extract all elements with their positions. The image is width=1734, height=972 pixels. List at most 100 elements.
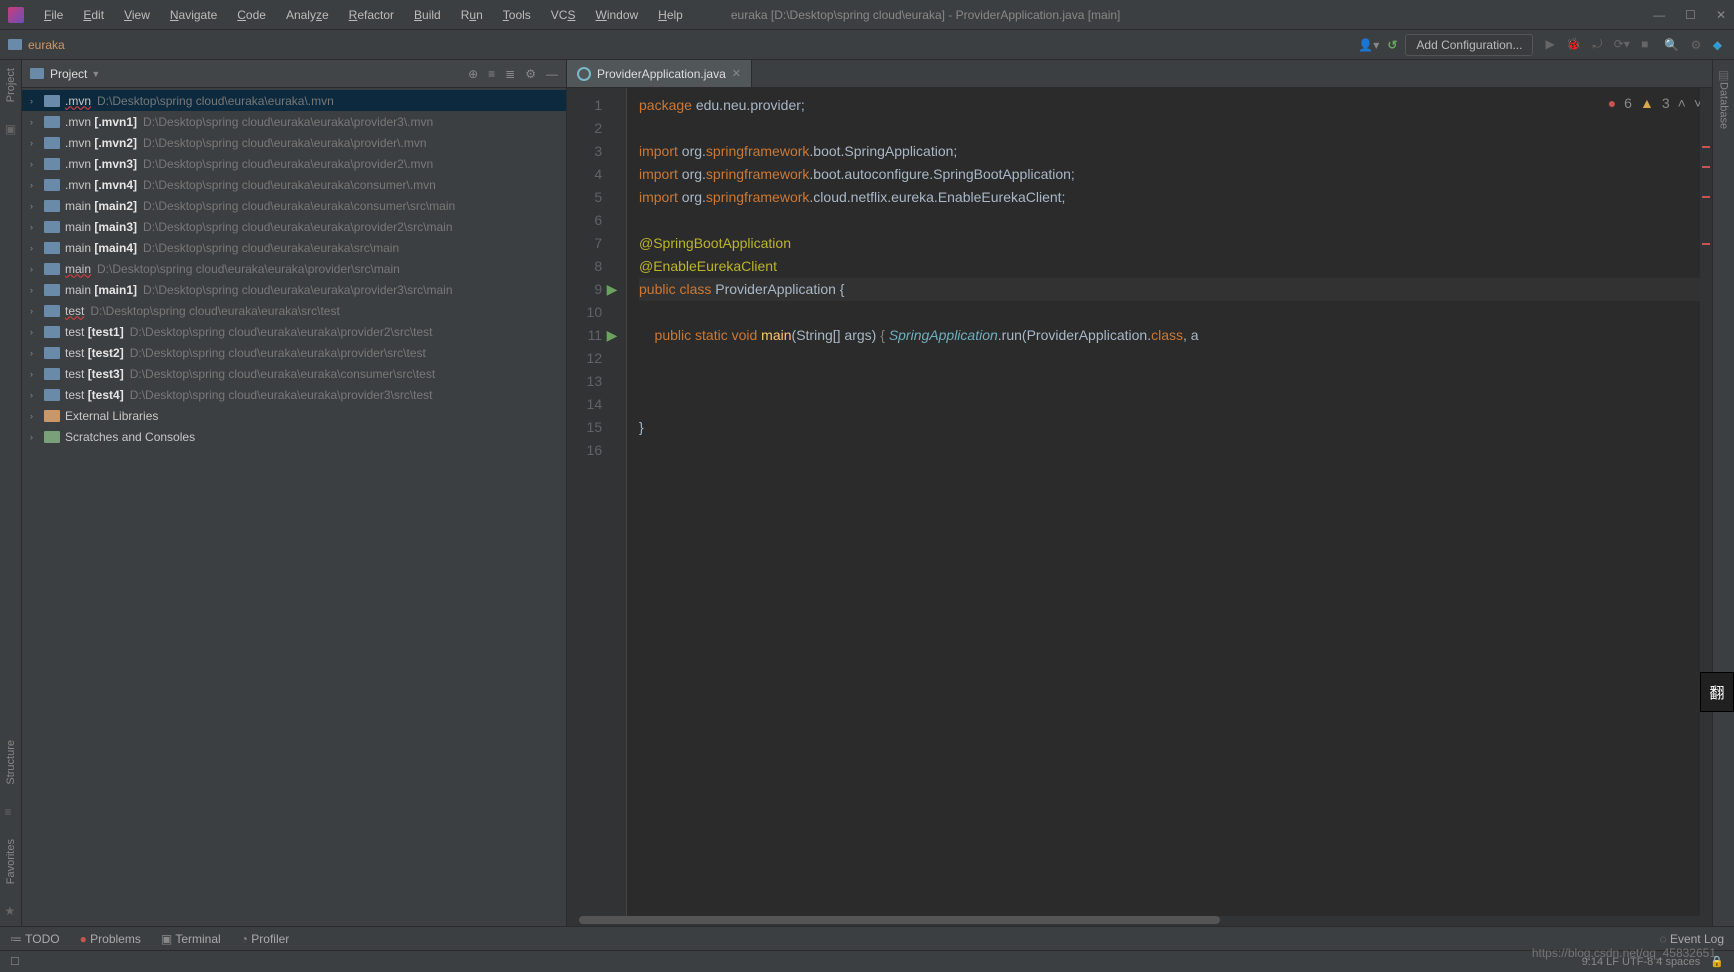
menu-tools[interactable]: Tools xyxy=(495,4,539,26)
chevron-right-icon[interactable]: › xyxy=(30,96,44,106)
tree-item[interactable]: ›main [main3]D:\Desktop\spring cloud\eur… xyxy=(22,216,566,237)
gutter-line[interactable]: 4 xyxy=(567,163,618,186)
menu-view[interactable]: View xyxy=(116,4,158,26)
project-title[interactable]: Project xyxy=(50,67,87,81)
horizontal-scrollbar[interactable] xyxy=(567,916,1712,926)
code-lines[interactable]: ●6 ▲3 ˄ ˅ package edu.neu.provider; impo… xyxy=(627,88,1712,916)
run-icon[interactable]: ▶ xyxy=(1545,37,1554,51)
menu-run[interactable]: Run xyxy=(453,4,491,26)
menu-navigate[interactable]: Navigate xyxy=(162,4,225,26)
gear-icon[interactable]: ⚙ xyxy=(525,67,536,81)
chevron-down-icon[interactable]: ▼ xyxy=(91,69,100,79)
breadcrumb[interactable]: euraka xyxy=(28,38,65,52)
event-log-tab[interactable]: ◌ Event Log xyxy=(1659,932,1724,946)
tree-item[interactable]: ›.mvn [.mvn4]D:\Desktop\spring cloud\eur… xyxy=(22,174,566,195)
settings-icon[interactable]: ⚙ xyxy=(1691,38,1702,52)
toolwin-structure[interactable]: Structure xyxy=(5,740,17,785)
gutter-line[interactable]: 7 xyxy=(567,232,618,255)
tree-item[interactable]: ›.mvn [.mvn2]D:\Desktop\spring cloud\eur… xyxy=(22,132,566,153)
editor-body[interactable]: 1 2 3 4 5 6 7 8 9 ▶10 11 ▶12 13 14 15 16… xyxy=(567,88,1712,916)
target-icon[interactable]: ⊕ xyxy=(468,67,478,81)
chevron-right-icon[interactable]: › xyxy=(30,390,44,400)
gutter-line[interactable]: 9 ▶ xyxy=(567,278,618,301)
tree-item[interactable]: ›.mvn [.mvn1]D:\Desktop\spring cloud\eur… xyxy=(22,111,566,132)
gutter-line[interactable]: 15 xyxy=(567,416,618,439)
project-tree[interactable]: ›.mvnD:\Desktop\spring cloud\euraka\eura… xyxy=(22,88,566,926)
tree-item[interactable]: ›main [main1]D:\Desktop\spring cloud\eur… xyxy=(22,279,566,300)
status-icon[interactable]: ☐ xyxy=(10,955,20,968)
codewithme-icon[interactable]: ◆ xyxy=(1713,38,1722,52)
collapse-icon[interactable]: ≣ xyxy=(505,67,515,81)
menu-vcs[interactable]: VCS xyxy=(543,4,584,26)
chevron-right-icon[interactable]: › xyxy=(30,243,44,253)
menu-code[interactable]: Code xyxy=(229,4,274,26)
hide-icon[interactable]: ― xyxy=(546,67,558,81)
menu-refactor[interactable]: Refactor xyxy=(341,4,402,26)
gutter-line[interactable]: 2 xyxy=(567,117,618,140)
gutter-line[interactable]: 13 xyxy=(567,370,618,393)
tree-item[interactable]: ›.mvn [.mvn3]D:\Desktop\spring cloud\eur… xyxy=(22,153,566,174)
todo-tab[interactable]: ≔ TODO xyxy=(10,932,60,946)
chevron-right-icon[interactable]: › xyxy=(30,222,44,232)
gutter-line[interactable]: 5 xyxy=(567,186,618,209)
search-icon[interactable]: 🔍 xyxy=(1664,38,1679,52)
gutter-line[interactable]: 14 xyxy=(567,393,618,416)
tree-item[interactable]: ›main [main2]D:\Desktop\spring cloud\eur… xyxy=(22,195,566,216)
problems-tab[interactable]: ● Problems xyxy=(80,932,141,946)
close-button[interactable]: ✕ xyxy=(1716,8,1726,22)
menu-build[interactable]: Build xyxy=(406,4,449,26)
tree-item[interactable]: ›test [test4]D:\Desktop\spring cloud\eur… xyxy=(22,384,566,405)
profiler-tab[interactable]: ◔ Profiler xyxy=(241,932,290,946)
chevron-right-icon[interactable]: › xyxy=(30,432,44,442)
chevron-right-icon[interactable]: › xyxy=(30,327,44,337)
chevron-right-icon[interactable]: › xyxy=(30,369,44,379)
tree-item[interactable]: ›mainD:\Desktop\spring cloud\euraka\eura… xyxy=(22,258,566,279)
gutter-line[interactable]: 12 xyxy=(567,347,618,370)
chevron-right-icon[interactable]: › xyxy=(30,159,44,169)
expand-icon[interactable]: ≡ xyxy=(488,67,495,81)
translate-button[interactable]: 翻 xyxy=(1700,672,1734,712)
chevron-up-icon[interactable]: ˄ xyxy=(1678,92,1686,115)
gutter-line[interactable]: 1 xyxy=(567,94,618,117)
error-stripe[interactable] xyxy=(1700,88,1712,916)
menu-help[interactable]: Help xyxy=(650,4,691,26)
tree-item[interactable]: ›testD:\Desktop\spring cloud\euraka\eura… xyxy=(22,300,566,321)
tree-item[interactable]: ›main [main4]D:\Desktop\spring cloud\eur… xyxy=(22,237,566,258)
toolwin-favorites[interactable]: Favorites xyxy=(5,839,17,884)
inspection-indicators[interactable]: ●6 ▲3 ˄ ˅ xyxy=(1608,92,1702,115)
tree-item[interactable]: ›Scratches and Consoles xyxy=(22,426,566,447)
coverage-icon[interactable]: ⤾ xyxy=(1592,37,1602,51)
tab-provider-application[interactable]: ProviderApplication.java ✕ xyxy=(567,60,752,87)
build-icon[interactable]: ↺ xyxy=(1387,38,1397,52)
toolwin-database[interactable]: Database xyxy=(1718,82,1730,129)
menu-edit[interactable]: Edit xyxy=(75,4,112,26)
tree-item[interactable]: ›.mvnD:\Desktop\spring cloud\euraka\eura… xyxy=(22,90,566,111)
tree-item[interactable]: ›test [test1]D:\Desktop\spring cloud\eur… xyxy=(22,321,566,342)
chevron-right-icon[interactable]: › xyxy=(30,285,44,295)
maximize-button[interactable]: ☐ xyxy=(1685,8,1696,22)
chevron-right-icon[interactable]: › xyxy=(30,411,44,421)
gutter-line[interactable]: 11 ▶ xyxy=(567,324,618,347)
gutter-line[interactable]: 3 xyxy=(567,140,618,163)
database-icon[interactable]: ▤ xyxy=(1718,68,1729,82)
tree-item[interactable]: ›test [test3]D:\Desktop\spring cloud\eur… xyxy=(22,363,566,384)
gutter-line[interactable]: 6 xyxy=(567,209,618,232)
minimize-button[interactable]: ― xyxy=(1653,8,1665,22)
menu-file[interactable]: File xyxy=(36,4,71,26)
menu-window[interactable]: Window xyxy=(587,4,646,26)
tree-item[interactable]: ›External Libraries xyxy=(22,405,566,426)
chevron-right-icon[interactable]: › xyxy=(30,306,44,316)
run-gutter-icon[interactable]: ▶ xyxy=(606,324,618,347)
lock-icon[interactable]: 🔒 xyxy=(1710,955,1724,968)
run-gutter-icon[interactable]: ▶ xyxy=(606,278,618,301)
toolwin-project[interactable]: Project xyxy=(5,68,17,102)
profile-icon[interactable]: ⟳▾ xyxy=(1614,37,1630,51)
gutter-line[interactable]: 8 xyxy=(567,255,618,278)
chevron-right-icon[interactable]: › xyxy=(30,201,44,211)
terminal-tab[interactable]: ▣ Terminal xyxy=(161,932,221,946)
gutter-line[interactable]: 10 xyxy=(567,301,618,324)
chevron-right-icon[interactable]: › xyxy=(30,180,44,190)
tree-item[interactable]: ›test [test2]D:\Desktop\spring cloud\eur… xyxy=(22,342,566,363)
chevron-right-icon[interactable]: › xyxy=(30,348,44,358)
add-configuration-button[interactable]: Add Configuration... xyxy=(1405,34,1533,56)
